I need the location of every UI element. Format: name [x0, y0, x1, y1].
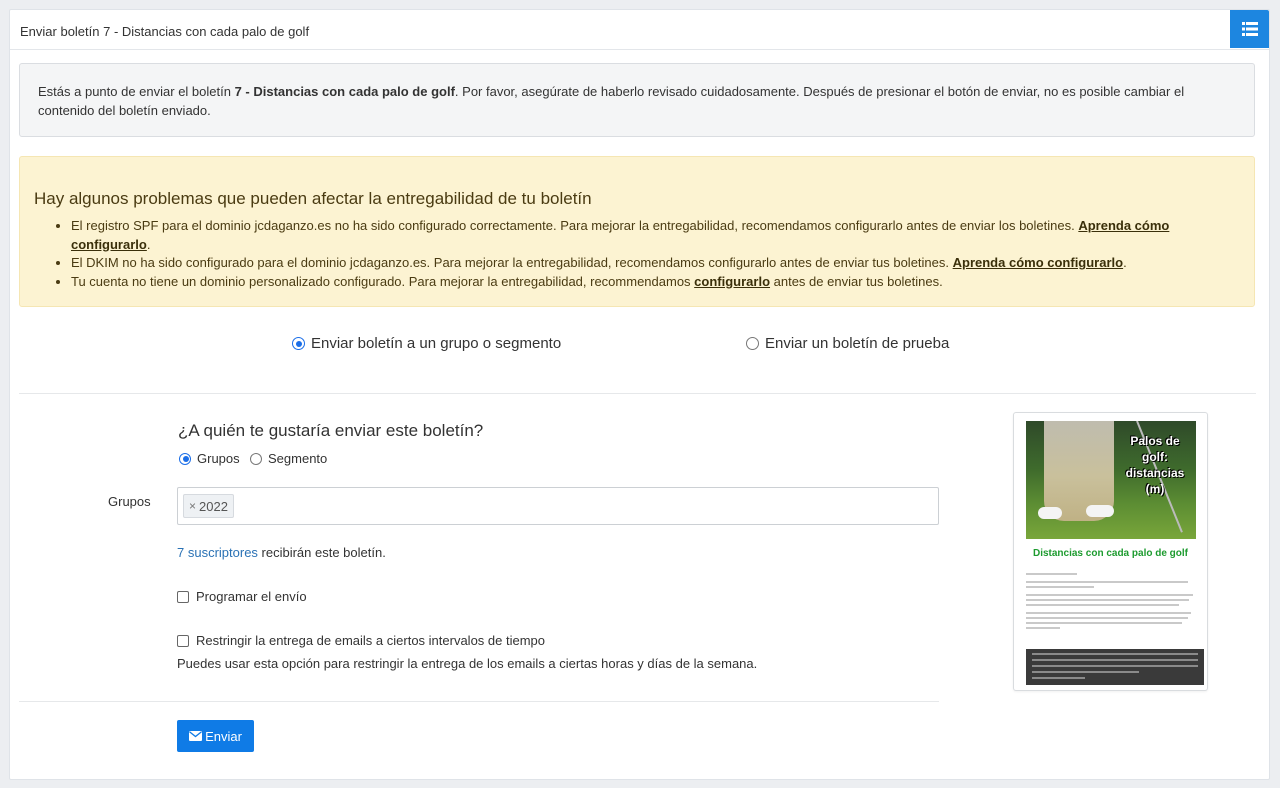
warning-item-spf: El registro SPF para el dominio jcdaganz…	[71, 217, 1224, 254]
envelope-icon	[189, 731, 203, 741]
group-tag-label: 2022	[199, 498, 228, 514]
newsletter-preview[interactable]: Palos de golf: distancias (m) Distancias…	[1013, 412, 1208, 691]
page-title: Enviar boletín 7 - Distancias con cada p…	[20, 24, 310, 39]
warning-after: antes de enviar tus boletines.	[770, 273, 943, 289]
preview-title: Distancias con cada palo de golf	[1032, 548, 1189, 559]
send-button-label: Enviar	[205, 728, 242, 744]
preview-image-caption: Palos de golf: distancias (m)	[1120, 433, 1190, 497]
target-segment-radio[interactable]	[250, 452, 262, 465]
warning-after: .	[146, 236, 151, 252]
list-icon	[1241, 22, 1258, 36]
target-groups-label: Grupos	[197, 451, 240, 466]
divider	[19, 701, 939, 702]
subscribers-count: 7 suscriptores recibirán este boletín.	[177, 545, 386, 560]
target-segment-label: Segmento	[268, 451, 328, 466]
send-to-group-label: Enviar boletín a un grupo o segmento	[311, 335, 562, 352]
recipients-question: ¿A quién te gustaría enviar este boletín…	[178, 421, 484, 440]
schedule-checkbox[interactable]	[177, 590, 189, 603]
preview-body-text	[1026, 573, 1196, 632]
preview-caption-line: Palos de golf:	[1130, 434, 1180, 464]
configure-domain-link[interactable]: configurarlo	[694, 274, 770, 289]
schedule-label: Programar el envío	[196, 589, 307, 604]
send-test-radio[interactable]	[746, 337, 759, 350]
restrict-option[interactable]: Restringir la entrega de emails a cierto…	[177, 633, 545, 648]
restrict-checkbox[interactable]	[177, 634, 189, 647]
restrict-label: Restringir la entrega de emails a cierto…	[196, 633, 546, 648]
send-test-label: Enviar un boletín de prueba	[765, 335, 950, 352]
warning-text: Tu cuenta no tiene un dominio personaliz…	[71, 273, 695, 289]
send-to-group-option[interactable]: Enviar boletín a un grupo o segmento	[292, 335, 561, 352]
groups-field-label: Grupos	[108, 494, 151, 509]
subscribers-suffix: recibirán este boletín.	[257, 545, 386, 560]
group-tag: × 2022	[183, 494, 234, 518]
warning-title: Hay algunos problemas que pueden afectar…	[34, 189, 592, 208]
warning-item-dkim: El DKIM no ha sido configurado para el d…	[71, 254, 1224, 273]
remove-tag-icon[interactable]: ×	[189, 499, 196, 513]
warning-list: El registro SPF para el dominio jcdaganz…	[34, 217, 1224, 291]
panel-header: Enviar boletín 7 - Distancias con cada p…	[10, 10, 1269, 50]
info-text-prefix: Estás a punto de enviar el boletín	[38, 84, 235, 99]
target-segment-option[interactable]: Segmento	[250, 451, 327, 466]
send-to-group-radio[interactable]	[292, 337, 305, 350]
groups-select[interactable]: × 2022	[177, 487, 939, 525]
schedule-option[interactable]: Programar el envío	[177, 589, 307, 604]
warning-text: El DKIM no ha sido configurado para el d…	[71, 255, 953, 270]
send-test-option[interactable]: Enviar un boletín de prueba	[746, 335, 949, 352]
list-menu-button[interactable]	[1230, 10, 1269, 48]
info-alert: Estás a punto de enviar el boletín 7 - D…	[19, 63, 1255, 137]
preview-caption-line: distancias (m)	[1125, 466, 1185, 496]
preview-footer	[1026, 649, 1204, 685]
deliverability-warning: Hay algunos problemas que pueden afectar…	[19, 156, 1255, 307]
restrict-help: Puedes usar esta opción para restringir …	[177, 656, 758, 671]
learn-how-link-dkim[interactable]: Aprenda cómo configurarlo	[953, 255, 1123, 270]
target-groups-option[interactable]: Grupos	[179, 451, 240, 466]
preview-image: Palos de golf: distancias (m)	[1026, 421, 1196, 539]
subscribers-link[interactable]: 7 suscriptores	[177, 545, 258, 560]
target-groups-radio[interactable]	[179, 452, 191, 465]
newsletter-name: 7 - Distancias con cada palo de golf	[234, 84, 455, 99]
warning-text: El registro SPF para el dominio jcdaganz…	[71, 218, 1079, 233]
warning-after: .	[1123, 255, 1127, 270]
divider	[19, 393, 1256, 394]
warning-item-domain: Tu cuenta no tiene un dominio personaliz…	[71, 273, 1224, 292]
send-button[interactable]: Enviar	[177, 720, 254, 752]
